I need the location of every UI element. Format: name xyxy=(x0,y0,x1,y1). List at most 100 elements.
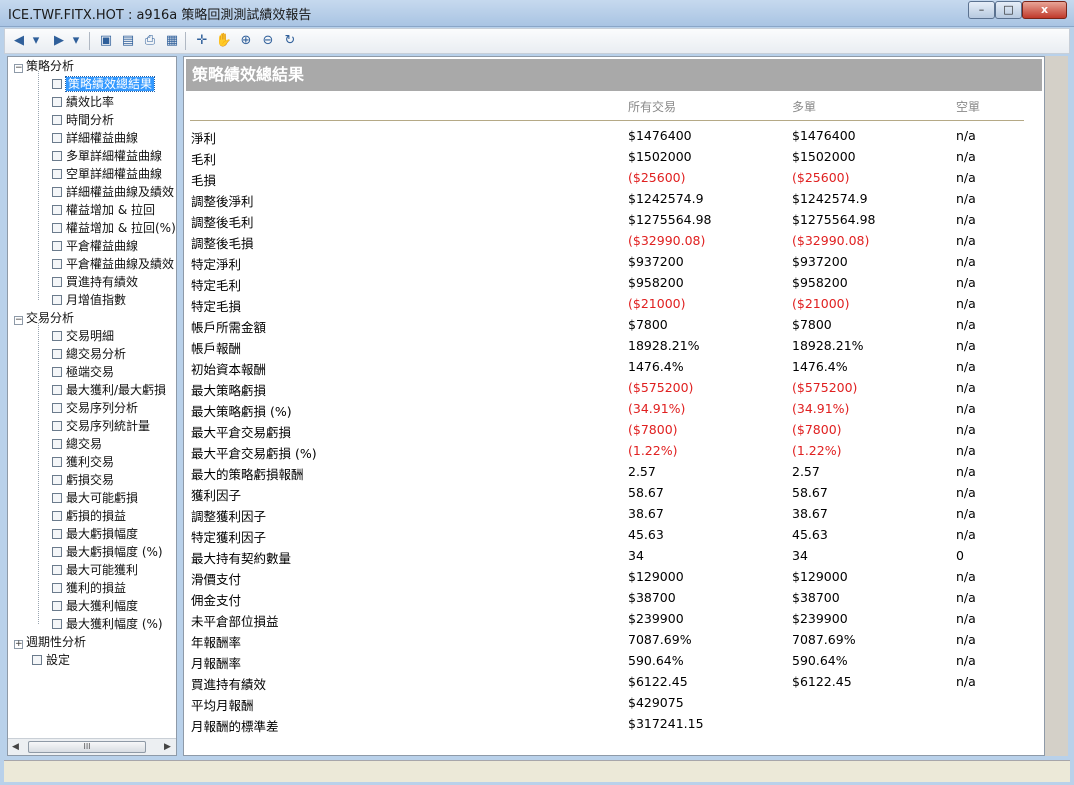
tree-connector xyxy=(38,323,39,624)
value-all: ($21000) xyxy=(628,296,686,311)
report-icon xyxy=(52,619,62,629)
tree-item[interactable]: 總交易分析 xyxy=(52,345,126,363)
tree-item[interactable]: 交易明細 xyxy=(52,327,114,345)
tree-item[interactable]: 虧損交易 xyxy=(52,471,114,489)
tree-item[interactable]: 最大可能虧損 xyxy=(52,489,138,507)
table-row: 調整後毛利 $1275564.98 $1275564.98 n/a xyxy=(184,212,1044,233)
tree-item[interactable]: 詳細權益曲線 xyxy=(52,129,138,147)
value-long: $1242574.9 xyxy=(792,191,868,206)
tree-item[interactable]: 虧損的損益 xyxy=(52,507,126,525)
tree-item[interactable]: 平倉權益曲線及績效 xyxy=(52,255,174,273)
metric-label: 調整後淨利 xyxy=(191,194,254,209)
value-short: n/a xyxy=(956,380,976,395)
value-long: $937200 xyxy=(792,254,848,269)
maximize-button[interactable]: □ xyxy=(995,1,1022,19)
close-button[interactable]: x xyxy=(1022,1,1067,19)
back-dropdown-icon[interactable]: ▾ xyxy=(31,32,41,50)
expander-icon[interactable]: + xyxy=(14,640,23,649)
metric-label: 特定淨利 xyxy=(191,257,242,272)
tree-item[interactable]: 最大獲利/最大虧損 xyxy=(52,381,166,399)
tree-item[interactable]: 最大可能獲利 xyxy=(52,561,138,579)
expander-icon[interactable]: − xyxy=(14,316,23,325)
refresh-icon[interactable]: ↻ xyxy=(281,32,299,50)
tree-item-label: 最大獲利幅度 (%) xyxy=(66,617,163,631)
hand-icon[interactable]: ✋ xyxy=(215,32,233,50)
value-short: n/a xyxy=(956,611,976,626)
tree-item[interactable]: 權益增加 & 拉回(%) xyxy=(52,219,176,237)
report-icon xyxy=(52,493,62,503)
metric-label: 獲利因子 xyxy=(191,488,242,503)
table-row: 最大策略虧損 ($575200) ($575200) n/a xyxy=(184,380,1044,401)
table-row: 特定毛損 ($21000) ($21000) n/a xyxy=(184,296,1044,317)
value-all: (34.91%) xyxy=(628,401,686,416)
metric-label: 最大平倉交易虧損 xyxy=(191,425,292,440)
report-icon xyxy=(52,385,62,395)
tree-item-label: 總交易 xyxy=(66,437,103,451)
zoom-out-icon[interactable]: ⊖ xyxy=(259,32,277,50)
scroll-left-icon[interactable]: ◀ xyxy=(12,742,19,752)
zoom-in-icon[interactable]: ⊕ xyxy=(237,32,255,50)
table-row: 最大持有契約數量 34 34 0 xyxy=(184,548,1044,569)
value-all: $239900 xyxy=(628,611,684,626)
tree-group[interactable]: − 交易分析 xyxy=(14,309,74,327)
crosshair-icon[interactable]: ✛ xyxy=(193,32,211,50)
window-icon[interactable]: ▦ xyxy=(163,32,181,50)
tree-group[interactable]: + 週期性分析 xyxy=(14,633,86,651)
tree-item[interactable]: 詳細權益曲線及績效 xyxy=(52,183,174,201)
value-all: ($25600) xyxy=(628,170,686,185)
forward-dropdown-icon[interactable]: ▾ xyxy=(71,32,81,50)
expander-icon[interactable]: − xyxy=(14,64,23,73)
table-row: 最大的策略虧損報酬 2.57 2.57 n/a xyxy=(184,464,1044,485)
value-all: 1476.4% xyxy=(628,359,684,374)
document-icon[interactable]: ▤ xyxy=(119,32,137,50)
metric-label: 特定毛損 xyxy=(191,299,242,314)
tree-item-label: 交易明細 xyxy=(66,329,115,343)
tree-item[interactable]: 策略績效總結果 xyxy=(52,75,156,93)
tree-item[interactable]: 總交易 xyxy=(52,435,102,453)
tree-item-label: 最大虧損幅度 xyxy=(66,527,139,541)
value-short: n/a xyxy=(956,296,976,311)
tree-item[interactable]: 買進持有績效 xyxy=(52,273,138,291)
tree-item[interactable]: 最大虧損幅度 xyxy=(52,525,138,543)
tree-item-settings[interactable]: 設定 xyxy=(32,651,70,669)
save-icon[interactable]: ▣ xyxy=(97,32,115,50)
value-long: $1476400 xyxy=(792,128,856,143)
tree-item[interactable]: 平倉權益曲線 xyxy=(52,237,138,255)
tree-item[interactable]: 績效比率 xyxy=(52,93,114,111)
value-short: n/a xyxy=(956,653,976,668)
forward-icon[interactable]: ▶ xyxy=(51,32,67,50)
metric-label: 特定獲利因子 xyxy=(191,530,267,545)
print-icon[interactable]: ⎙ xyxy=(141,32,159,50)
minimize-button[interactable]: – xyxy=(968,1,995,19)
value-all: ($32990.08) xyxy=(628,233,706,248)
tree-item[interactable]: 時間分析 xyxy=(52,111,114,129)
value-short: n/a xyxy=(956,212,976,227)
tree-item[interactable]: 月增值指數 xyxy=(52,291,126,309)
tree-item[interactable]: 最大獲利幅度 (%) xyxy=(52,615,163,633)
tree-item[interactable]: 交易序列分析 xyxy=(52,399,138,417)
tree-item-label: 權益增加 & 拉回 xyxy=(66,203,155,217)
value-all: $937200 xyxy=(628,254,684,269)
report-icon xyxy=(52,475,62,485)
tree-group[interactable]: − 策略分析 xyxy=(14,57,74,75)
tree-item[interactable]: 交易序列統計量 xyxy=(52,417,150,435)
value-all: ($575200) xyxy=(628,380,694,395)
scrollbar-thumb[interactable]: III xyxy=(28,741,146,753)
value-long: 34 xyxy=(792,548,808,563)
value-long: 58.67 xyxy=(792,485,828,500)
tree-item[interactable]: 最大虧損幅度 (%) xyxy=(52,543,163,561)
tree-item[interactable]: 多單詳細權益曲線 xyxy=(52,147,162,165)
tree-item[interactable]: 最大獲利幅度 xyxy=(52,597,138,615)
scroll-right-icon[interactable]: ▶ xyxy=(164,742,171,752)
tree-horizontal-scrollbar[interactable]: ◀ III ▶ xyxy=(8,738,176,755)
tree-item[interactable]: 空單詳細權益曲線 xyxy=(52,165,162,183)
value-all: $1476400 xyxy=(628,128,692,143)
back-icon[interactable]: ◀ xyxy=(11,32,27,50)
table-row: 平均月報酬 $429075 xyxy=(184,695,1044,716)
tree-item[interactable]: 獲利的損益 xyxy=(52,579,126,597)
report-icon xyxy=(52,151,62,161)
tree-item[interactable]: 獲利交易 xyxy=(52,453,114,471)
tree-item-label: 虧損的損益 xyxy=(66,509,127,523)
tree-item[interactable]: 極端交易 xyxy=(52,363,114,381)
tree-item[interactable]: 權益增加 & 拉回 xyxy=(52,201,155,219)
